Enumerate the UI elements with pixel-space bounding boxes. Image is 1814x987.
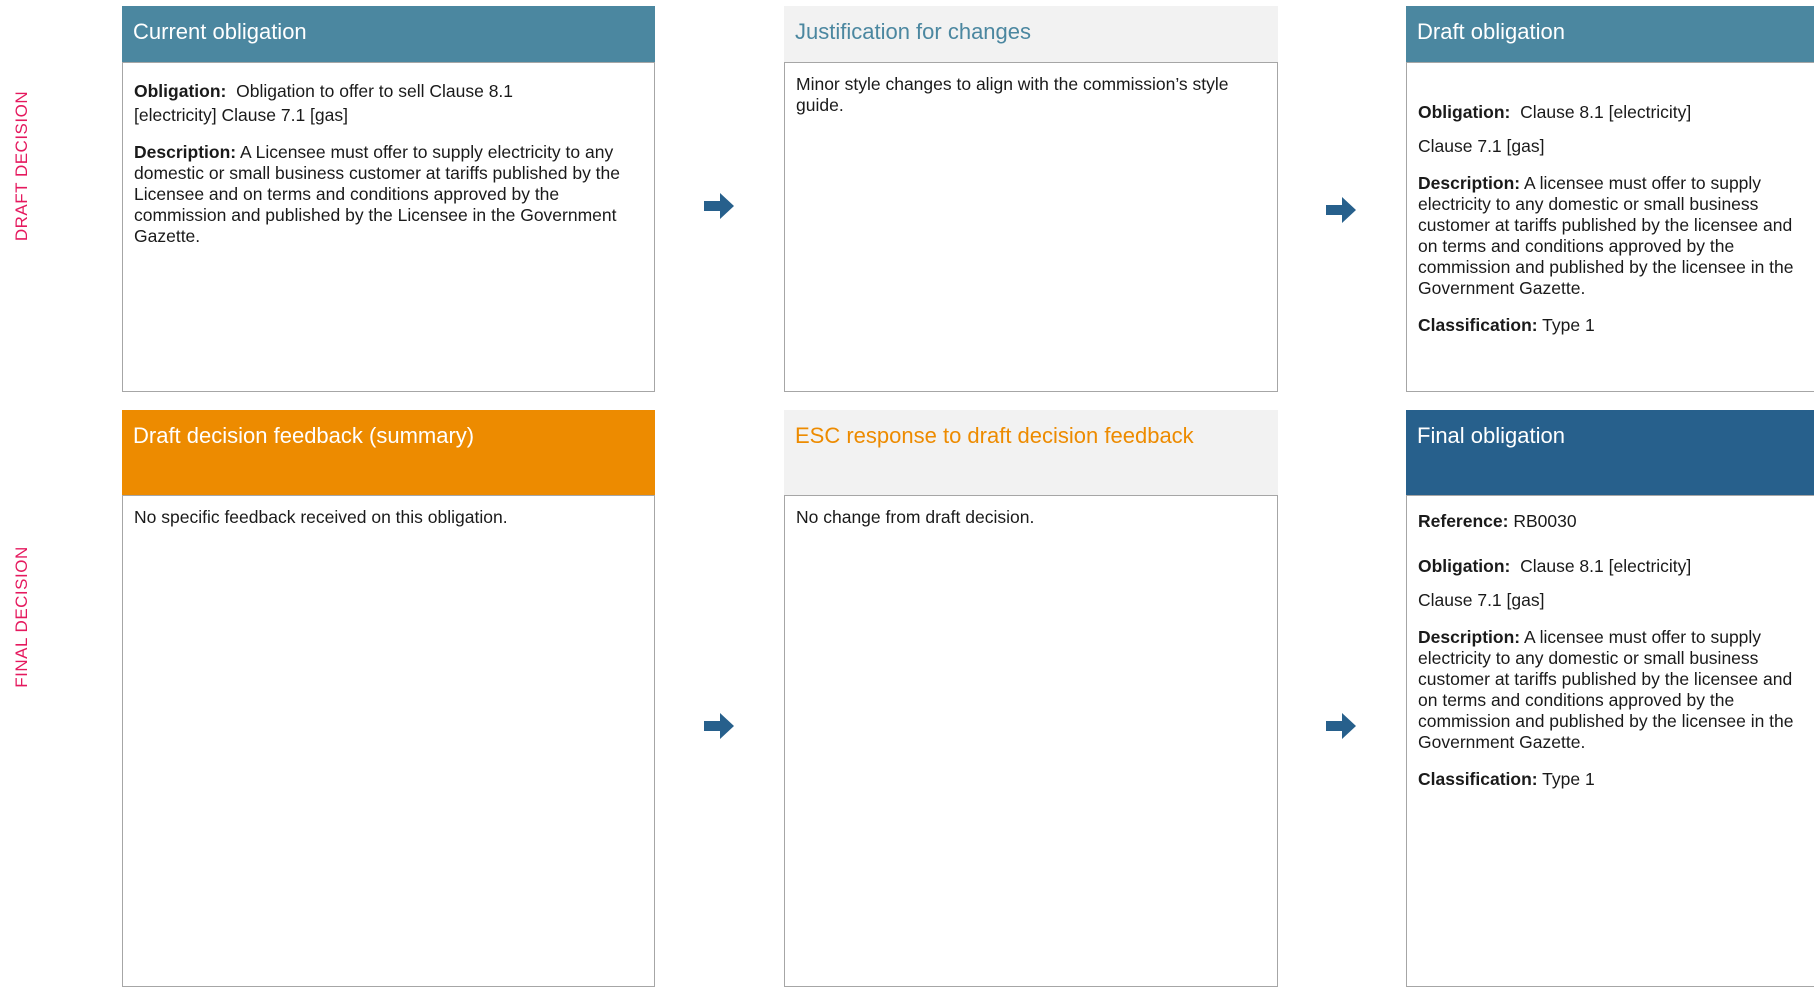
reference-label: Reference: bbox=[1418, 511, 1509, 531]
classification-label: Classification: bbox=[1418, 769, 1538, 789]
esc-response-panel: ESC response to draft decision feedback … bbox=[784, 410, 1278, 987]
obligation-text-2: [electricity] Clause 7.1 [gas] bbox=[134, 105, 348, 125]
justification-title: Justification for changes bbox=[784, 6, 1278, 62]
obligation-text: Clause 8.1 [electricity] bbox=[1520, 102, 1692, 122]
obligation-text-2: Clause 7.1 [gas] bbox=[1418, 590, 1545, 610]
feedback-panel: Draft decision feedback (summary) No spe… bbox=[122, 410, 655, 987]
feedback-body: No specific feedback received on this ob… bbox=[122, 495, 655, 987]
obligation-label: Obligation: bbox=[1418, 556, 1511, 576]
esc-response-body: No change from draft decision. bbox=[784, 495, 1278, 987]
current-obligation-title: Current obligation bbox=[122, 6, 655, 62]
obligation-text: Clause 8.1 [electricity] bbox=[1520, 556, 1692, 576]
justification-body: Minor style changes to align with the co… bbox=[784, 62, 1278, 392]
arrow-right-icon bbox=[704, 713, 734, 739]
obligation-label: Obligation: bbox=[134, 81, 227, 101]
description-label: Description: bbox=[1418, 173, 1521, 193]
description-label: Description: bbox=[1418, 627, 1521, 647]
classification-label: Classification: bbox=[1418, 315, 1538, 335]
esc-response-title: ESC response to draft decision feedback bbox=[784, 410, 1278, 495]
esc-response-text: No change from draft decision. bbox=[796, 507, 1035, 527]
feedback-text: No specific feedback received on this ob… bbox=[134, 507, 508, 527]
draft-obligation-panel: Draft obligation Obligation: Clause 8.1 … bbox=[1406, 6, 1814, 392]
current-obligation-body: Obligation: Obligation to offer to sell … bbox=[122, 62, 655, 392]
classification-text: Type 1 bbox=[1542, 315, 1595, 335]
final-obligation-panel: Final obligation Reference: RB0030 Oblig… bbox=[1406, 410, 1814, 987]
feedback-title: Draft decision feedback (summary) bbox=[122, 410, 655, 495]
arrow-right-icon bbox=[1326, 197, 1356, 223]
reference-text: RB0030 bbox=[1513, 511, 1577, 531]
justification-text: Minor style changes to align with the co… bbox=[796, 74, 1229, 115]
final-obligation-title: Final obligation bbox=[1406, 410, 1814, 495]
draft-obligation-body: Obligation: Clause 8.1 [electricity] Cla… bbox=[1406, 62, 1814, 392]
arrow-right-icon bbox=[704, 193, 734, 219]
obligation-text: Obligation to offer to sell Clause 8.1 bbox=[236, 81, 514, 101]
draft-obligation-title: Draft obligation bbox=[1406, 6, 1814, 62]
obligation-label: Obligation: bbox=[1418, 102, 1511, 122]
current-obligation-panel: Current obligation Obligation: Obligatio… bbox=[122, 6, 655, 392]
justification-panel: Justification for changes Minor style ch… bbox=[784, 6, 1278, 392]
obligation-text-2: Clause 7.1 [gas] bbox=[1418, 136, 1545, 156]
description-label: Description: bbox=[134, 142, 237, 162]
classification-text: Type 1 bbox=[1542, 769, 1595, 789]
arrow-right-icon bbox=[1326, 713, 1356, 739]
final-obligation-body: Reference: RB0030 Obligation: Clause 8.1… bbox=[1406, 495, 1814, 987]
